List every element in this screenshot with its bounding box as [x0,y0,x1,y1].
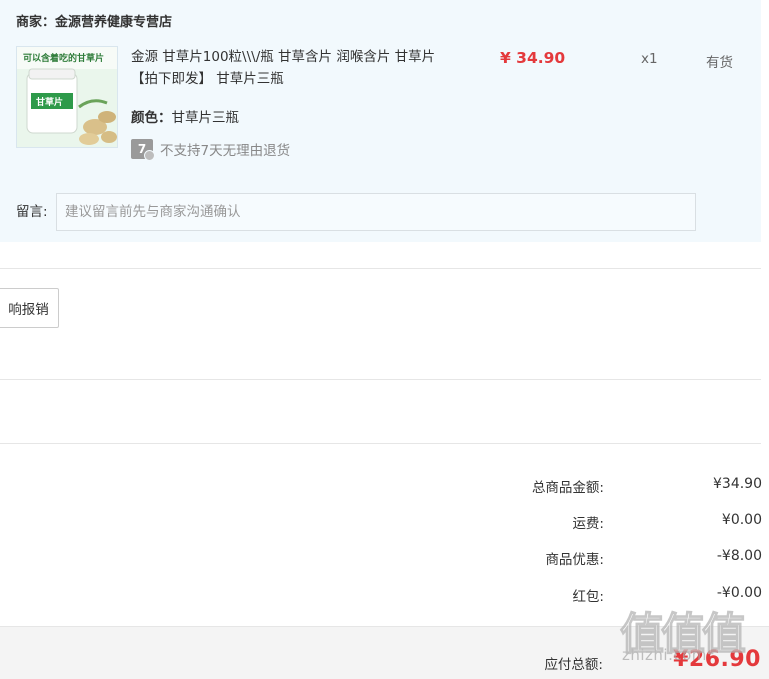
return-policy: 7 不支持7天无理由退货 [131,139,291,161]
message-label: 留言: [16,204,48,220]
product-color: 颜色：甘草片三瓶 [131,106,239,126]
return-policy-text: 不支持7天无理由退货 [160,143,291,159]
divider [0,443,761,444]
message-input[interactable] [56,193,696,231]
product-price: ¥ 34.90 [500,49,566,67]
summary-label: 商品优惠: [545,552,604,568]
watermark-site: zhizhi.com [622,646,707,664]
stock-status: 有货 [706,55,733,71]
product-image: 可以含着吃的甘草片 甘草片 [17,47,117,147]
product-image-caption: 可以含着吃的甘草片 [23,52,104,64]
summary-value: ¥0.00 [721,512,762,528]
product-color-value: 甘草片三瓶 [171,110,240,126]
invoice-reimburse-button[interactable]: 响报销 [0,288,59,328]
no-return-icon: 7 [131,139,155,161]
divider [0,268,761,269]
summary-row-goods-total: 总商品金额: ¥34.90 [440,476,762,496]
summary-row-discount: 商品优惠: -¥8.00 [440,548,762,568]
shop-name[interactable]: 商家：金源营养健康专营店 [16,11,172,30]
summary-label: 红包: [572,589,604,605]
product-image-label: 甘草片 [36,96,63,108]
summary-value: ¥34.90 [713,476,762,492]
watermark-logo: 值值值 zhizhi.com [619,598,765,676]
divider [0,379,761,380]
product-title[interactable]: 金源 甘草片100粒\\\/瓶 甘草含片 润喉含片 甘草片【拍下即发】 甘草片三… [131,46,441,90]
product-color-label: 颜色： [131,110,172,126]
shop-order-panel: 商家：金源营养健康专营店 可以含着吃的甘草片 甘草片 金源 甘草片100粒\\\… [0,0,761,242]
total-label: 应付总额: [544,657,603,673]
summary-label: 运费: [572,516,604,532]
summary-value: -¥8.00 [716,548,762,564]
summary-row-shipping: 运费: ¥0.00 [440,512,762,532]
product-thumbnail[interactable]: 可以含着吃的甘草片 甘草片 [16,46,118,148]
summary-label: 总商品金额: [531,480,604,496]
product-quantity: x1 [641,51,658,67]
